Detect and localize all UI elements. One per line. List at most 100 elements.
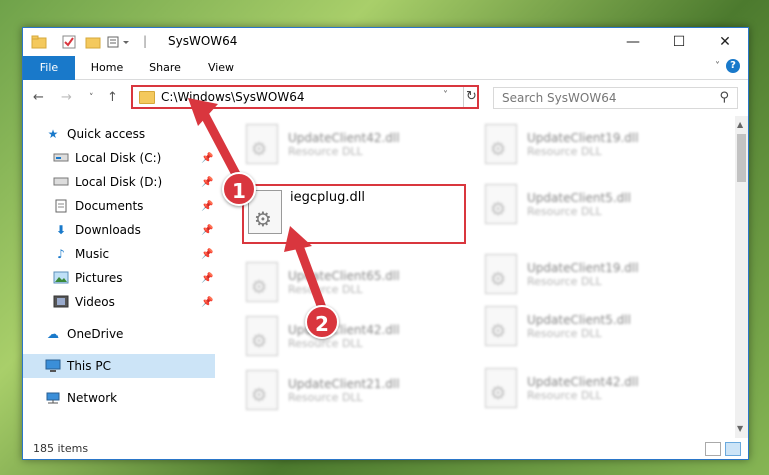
sidebar-item-local-disk-d[interactable]: Local Disk (D:) 📌 — [23, 170, 215, 194]
dll-file-icon — [485, 254, 517, 294]
step-2-badge: 2 — [305, 305, 339, 339]
ribbon-right: ˅ ? — [715, 59, 740, 73]
maximize-button[interactable]: ☐ — [656, 28, 702, 56]
sidebar-item-label: Local Disk (C:) — [75, 151, 162, 165]
pin-icon[interactable]: 📌 — [201, 225, 213, 236]
help-icon[interactable]: ? — [726, 59, 740, 73]
videos-icon — [53, 295, 69, 309]
scroll-down-icon[interactable]: ▼ — [737, 424, 743, 433]
address-row: ← → ˅ ↑ C:\Windows\SysWOW64 ˅ ↻ Search S… — [23, 80, 748, 116]
properties-icon[interactable] — [61, 34, 77, 50]
file-item[interactable]: UpdateClient5.dllResource DLL — [485, 304, 705, 348]
tab-file[interactable]: File — [23, 56, 75, 80]
sidebar-item-network[interactable]: Network — [23, 386, 215, 410]
file-item[interactable]: UpdateClient21.dllResource DLL — [246, 368, 466, 412]
sidebar-item-label: Videos — [75, 295, 115, 309]
sidebar-item-quick-access[interactable]: ★ Quick access — [23, 122, 215, 146]
file-item[interactable]: UpdateClient19.dllResource DLL — [485, 122, 705, 166]
sidebar-item-downloads[interactable]: ⬇ Downloads 📌 — [23, 218, 215, 242]
sidebar-item-label: Documents — [75, 199, 144, 213]
forward-arrow-icon[interactable]: → — [61, 90, 72, 105]
file-item[interactable]: UpdateClient65.dllResource DLL — [246, 260, 466, 304]
minimize-button[interactable]: — — [610, 28, 656, 56]
file-list: UpdateClient42.dllResource DLL iegcplug.… — [223, 116, 735, 438]
sidebar-item-label: Quick access — [67, 127, 146, 141]
tab-view[interactable]: View — [195, 56, 247, 80]
sidebar-item-this-pc[interactable]: This PC — [23, 354, 215, 378]
pin-icon[interactable]: 📌 — [201, 177, 213, 188]
pin-icon[interactable]: 📌 — [201, 273, 213, 284]
file-type: Resource DLL — [288, 282, 363, 296]
recent-locations-icon[interactable]: ˅ — [89, 93, 94, 103]
dll-file-icon — [246, 316, 278, 356]
sidebar-item-local-disk-c[interactable]: Local Disk (C:) 📌 — [23, 146, 215, 170]
file-type: Resource DLL — [527, 388, 602, 402]
customize-toolbar-icon[interactable] — [107, 34, 135, 50]
sidebar-item-onedrive[interactable]: ☁ OneDrive — [23, 322, 215, 346]
computer-icon — [45, 359, 61, 373]
up-arrow-icon[interactable]: ↑ — [107, 90, 118, 105]
status-bar: 185 items — [23, 438, 748, 459]
chevron-down-icon[interactable]: ˅ — [443, 90, 448, 101]
sidebar-item-label: This PC — [67, 359, 111, 373]
search-placeholder: Search SysWOW64 — [502, 91, 617, 105]
sidebar-item-label: Music — [75, 247, 110, 261]
vertical-scrollbar[interactable]: ▲ ▼ — [735, 116, 748, 438]
pin-icon[interactable]: 📌 — [201, 201, 213, 212]
file-item[interactable]: UpdateClient5.dllResource DLL — [485, 182, 705, 226]
scroll-thumb[interactable] — [737, 134, 746, 182]
file-type: Resource DLL — [527, 326, 602, 340]
file-name: UpdateClient19.dll — [527, 130, 639, 145]
sidebar-item-music[interactable]: ♪ Music 📌 — [23, 242, 215, 266]
file-name: UpdateClient42.dll — [288, 130, 400, 145]
folder-icon — [31, 34, 47, 50]
sidebar-item-label: OneDrive — [67, 327, 124, 341]
back-arrow-icon[interactable]: ← — [33, 90, 44, 105]
dll-file-icon — [485, 306, 517, 346]
sidebar-item-label: Downloads — [75, 223, 141, 237]
search-icon[interactable]: ⚲ — [719, 90, 729, 105]
drive-icon — [53, 175, 69, 189]
file-item[interactable]: UpdateClient19.dllResource DLL — [485, 252, 705, 296]
address-path[interactable]: C:\Windows\SysWOW64 — [161, 90, 305, 104]
close-button[interactable]: ✕ — [702, 28, 748, 56]
title-separator: | — [143, 34, 148, 48]
refresh-icon[interactable]: ↻ — [463, 87, 479, 107]
file-name: UpdateClient19.dll — [527, 260, 639, 275]
file-item[interactable]: UpdateClient42.dllResource DLL — [246, 314, 466, 358]
file-name: UpdateClient5.dll — [527, 312, 631, 327]
scroll-up-icon[interactable]: ▲ — [737, 120, 743, 129]
expand-ribbon-icon[interactable]: ˅ — [715, 61, 720, 72]
dll-file-icon — [246, 370, 278, 410]
tab-share[interactable]: Share — [139, 56, 191, 80]
pictures-icon — [53, 271, 69, 285]
pin-icon[interactable]: 📌 — [201, 297, 213, 308]
file-type: Resource DLL — [527, 144, 602, 158]
ribbon-tabs: File Home Share View ˅ ? — [23, 56, 748, 80]
details-view-icon[interactable] — [705, 442, 721, 456]
new-folder-icon[interactable] — [85, 34, 101, 50]
large-icons-view-icon[interactable] — [725, 442, 741, 456]
file-item-highlighted[interactable]: iegcplug.dll — [242, 184, 466, 244]
dll-file-icon — [485, 368, 517, 408]
file-name: UpdateClient65.dll — [288, 268, 400, 283]
file-type: Resource DLL — [288, 336, 363, 350]
file-name: UpdateClient42.dll — [527, 374, 639, 389]
address-bar[interactable]: C:\Windows\SysWOW64 ˅ ↻ — [131, 85, 479, 109]
file-item[interactable]: UpdateClient42.dllResource DLL — [246, 122, 466, 166]
pin-icon[interactable]: 📌 — [201, 153, 213, 164]
item-count: 185 items — [33, 442, 89, 455]
tab-home[interactable]: Home — [81, 56, 133, 80]
folder-icon — [139, 91, 155, 104]
pin-icon[interactable]: 📌 — [201, 249, 213, 260]
file-type: Resource DLL — [527, 204, 602, 218]
sidebar-item-videos[interactable]: Videos 📌 — [23, 290, 215, 314]
dll-file-icon — [485, 124, 517, 164]
file-name: UpdateClient5.dll — [527, 190, 631, 205]
dll-file-icon — [485, 184, 517, 224]
sidebar-item-documents[interactable]: Documents 📌 — [23, 194, 215, 218]
file-item[interactable]: UpdateClient42.dllResource DLL — [485, 366, 705, 410]
network-icon — [45, 391, 61, 405]
sidebar-item-pictures[interactable]: Pictures 📌 — [23, 266, 215, 290]
search-input[interactable]: Search SysWOW64 ⚲ — [493, 87, 738, 109]
